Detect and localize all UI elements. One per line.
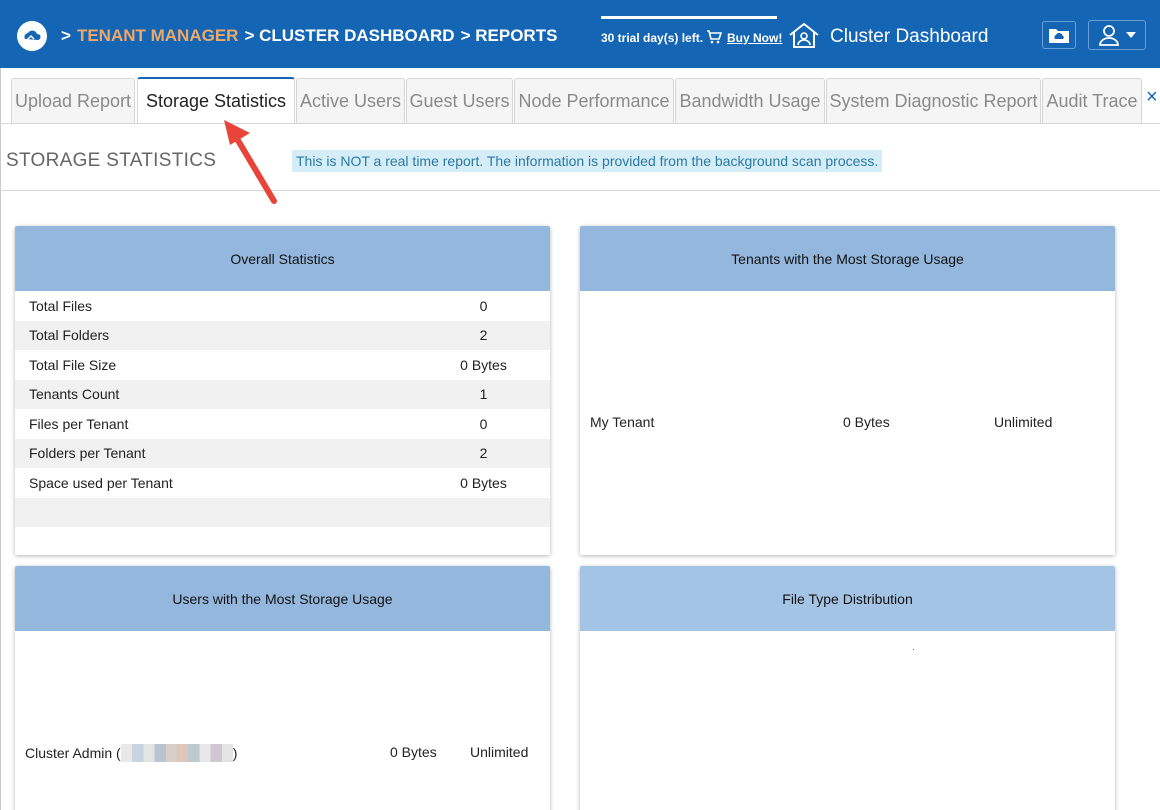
title-divider — [0, 190, 1160, 191]
breadcrumb-separator: > — [61, 26, 71, 45]
trial-days-text: 30 trial day(s) left. — [601, 31, 704, 45]
redacted-email — [120, 744, 233, 762]
overall-statistics-card: Overall Statistics Total Files 0 Total F… — [15, 226, 550, 555]
home-icon[interactable] — [787, 21, 821, 54]
folder-button[interactable] — [1042, 21, 1076, 49]
users-storage-header: Users with the Most Storage Usage — [15, 566, 550, 631]
table-row: Total File Size 0 Bytes — [15, 350, 550, 380]
stat-label: Space used per Tenant — [29, 474, 173, 491]
red-arrow-annotation — [224, 120, 277, 204]
stat-label: Total Files — [29, 297, 93, 314]
table-row: Total Files 0 — [15, 291, 550, 321]
overall-statistics-header: Overall Statistics — [15, 226, 550, 291]
tab-upload-report[interactable]: Upload Report — [11, 78, 135, 123]
stat-value: 2 — [479, 327, 488, 344]
tab-bandwidth-usage[interactable]: Bandwidth Usage — [675, 78, 825, 123]
tenant-quota: Unlimited — [994, 414, 1053, 430]
cloud-logo-icon[interactable] — [17, 21, 47, 51]
chart-placeholder-dot: . — [912, 642, 915, 653]
stat-value: 0 — [479, 415, 488, 432]
stat-label: Folders per Tenant — [29, 445, 146, 462]
tab-bar: Upload Report Storage Statistics Active … — [0, 68, 1160, 124]
user-quota: Unlimited — [470, 744, 529, 760]
stat-value: 0 Bytes — [460, 356, 507, 373]
breadcrumb: > TENANT MANAGER > CLUSTER DASHBOARD > REPO… — [61, 26, 557, 46]
tab-guest-users[interactable]: Guest Users — [406, 78, 513, 123]
breadcrumb-cluster-dashboard[interactable]: > CLUSTER DASHBOARD — [244, 26, 454, 45]
file-type-distribution-header: File Type Distribution — [580, 566, 1115, 631]
folder-icon — [1049, 29, 1069, 43]
tab-node-performance[interactable]: Node Performance — [514, 78, 674, 123]
buy-now-link[interactable]: Buy Now! — [727, 31, 782, 45]
breadcrumb-tenant-manager[interactable]: TENANT MANAGER — [77, 26, 239, 45]
table-row: Total Folders 2 — [15, 320, 550, 350]
tab-divider — [0, 123, 1160, 124]
stat-value: 2 — [479, 445, 488, 462]
table-row: Folders per Tenant 2 — [15, 438, 550, 468]
user-name-prefix: Cluster Admin ( — [25, 745, 121, 761]
stat-value: 0 — [479, 297, 488, 314]
table-row: Files per Tenant 0 — [15, 409, 550, 439]
user-name-suffix: ) — [232, 745, 238, 761]
tenant-name: My Tenant — [590, 414, 655, 430]
table-row-empty — [15, 497, 550, 527]
user-name: Cluster Admin () — [25, 744, 237, 762]
close-icon[interactable]: × — [1146, 86, 1158, 109]
notice-banner: This is NOT a real time report. The info… — [292, 150, 883, 172]
tenants-storage-card: Tenants with the Most Storage Usage My T… — [580, 226, 1115, 555]
header-title: Cluster Dashboard — [830, 26, 989, 47]
tenants-storage-header: Tenants with the Most Storage Usage — [580, 226, 1115, 291]
stat-value: 1 — [479, 386, 488, 403]
tab-system-diagnostic-report[interactable]: System Diagnostic Report — [826, 78, 1041, 123]
trial-info: 30 trial day(s) left. Buy Now! — [601, 16, 782, 56]
page-title: STORAGE STATISTICS — [6, 150, 217, 171]
overall-statistics-table: Total Files 0 Total Folders 2 Total File… — [15, 291, 550, 527]
left-border — [0, 124, 1, 810]
top-header: > TENANT MANAGER > CLUSTER DASHBOARD > REPO… — [0, 0, 1160, 68]
table-row: Space used per Tenant 0 Bytes — [15, 468, 550, 498]
tab-active-users[interactable]: Active Users — [296, 78, 405, 123]
table-row: Tenants Count 1 — [15, 379, 550, 409]
file-type-distribution-card: File Type Distribution . — [580, 566, 1115, 810]
user-menu-button[interactable] — [1088, 20, 1146, 50]
user-icon — [1099, 25, 1119, 46]
trial-progress-bar — [601, 16, 777, 19]
users-storage-card: Users with the Most Storage Usage Cluste… — [15, 566, 550, 810]
stat-label: Tenants Count — [29, 386, 120, 403]
tenant-used: 0 Bytes — [843, 414, 890, 430]
stat-label: Files per Tenant — [29, 415, 129, 432]
cart-icon[interactable] — [706, 30, 723, 49]
breadcrumb-reports: > REPORTS — [460, 26, 558, 45]
stat-label: Total Folders — [29, 327, 110, 344]
chevron-down-icon — [1126, 32, 1136, 38]
stat-label: Total File Size — [29, 356, 117, 373]
user-used: 0 Bytes — [390, 744, 437, 760]
tab-audit-trace[interactable]: Audit Trace — [1042, 78, 1142, 123]
stat-value: 0 Bytes — [460, 474, 507, 491]
